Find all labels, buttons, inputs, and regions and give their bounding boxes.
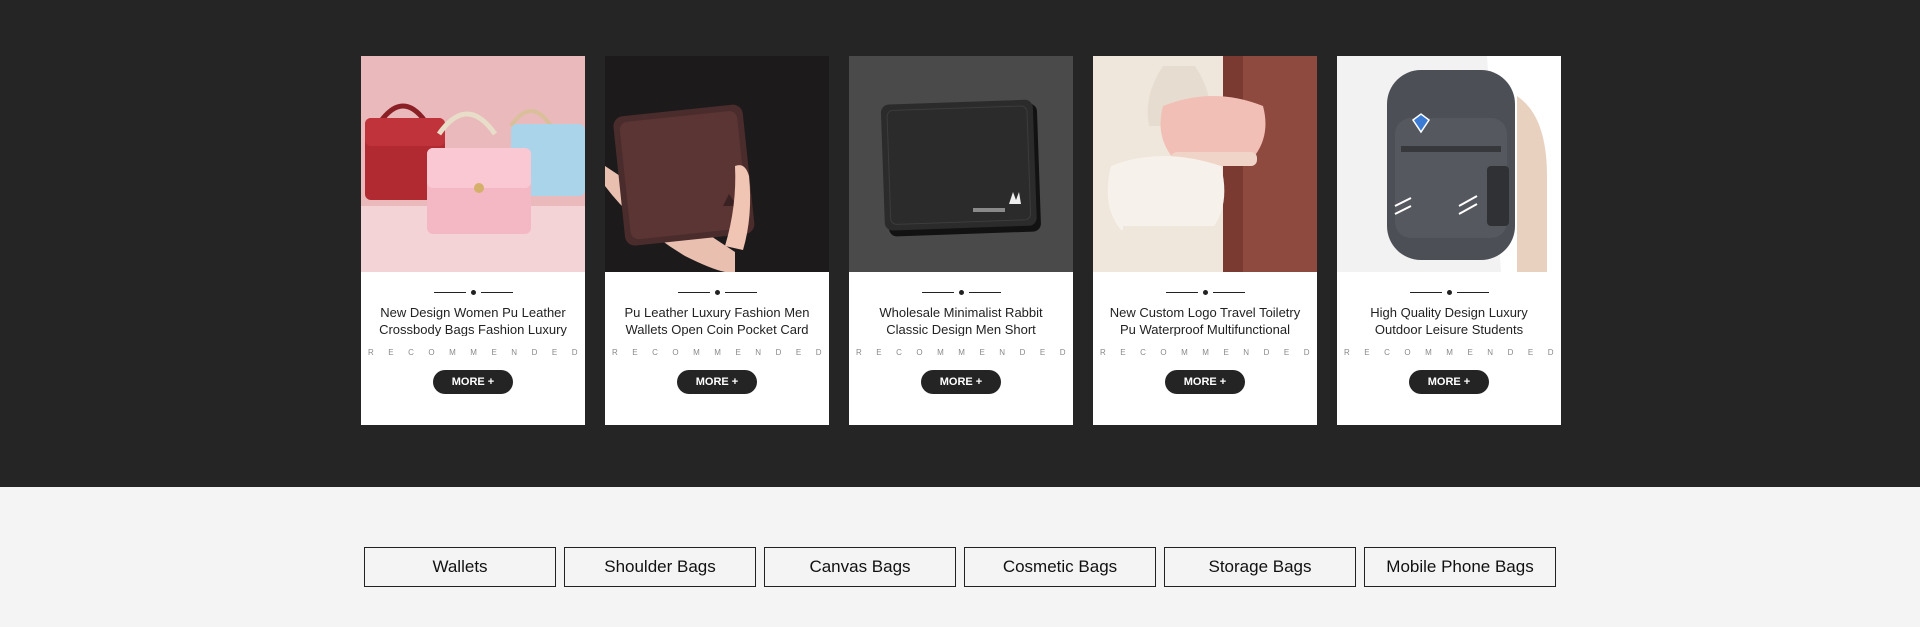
- more-button[interactable]: MORE +: [921, 370, 1001, 394]
- decorative-divider: [433, 290, 513, 295]
- product-title[interactable]: New Custom Logo Travel Toiletry Pu Water…: [1107, 304, 1303, 336]
- product-title[interactable]: High Quality Design Luxury Outdoor Leisu…: [1351, 304, 1547, 336]
- product-card[interactable]: Wholesale Minimalist Rabbit Classic Desi…: [849, 56, 1073, 425]
- more-button[interactable]: MORE +: [1165, 370, 1245, 394]
- product-card[interactable]: High Quality Design Luxury Outdoor Leisu…: [1337, 56, 1561, 425]
- recommended-label: RECOMMENDED: [856, 348, 1080, 357]
- category-button-mobile-phone-bags[interactable]: Mobile Phone Bags: [1364, 547, 1556, 587]
- product-image-handbags[interactable]: [361, 56, 585, 272]
- category-button-wallets[interactable]: Wallets: [364, 547, 556, 587]
- product-image-backpack[interactable]: [1337, 56, 1561, 272]
- product-card-list: New Design Women Pu Leather Crossbody Ba…: [361, 56, 1561, 425]
- product-card[interactable]: New Design Women Pu Leather Crossbody Ba…: [361, 56, 585, 425]
- category-button-shoulder-bags[interactable]: Shoulder Bags: [564, 547, 756, 587]
- product-title[interactable]: Wholesale Minimalist Rabbit Classic Desi…: [863, 304, 1059, 336]
- recommended-label: RECOMMENDED: [368, 348, 592, 357]
- product-card[interactable]: New Custom Logo Travel Toiletry Pu Water…: [1093, 56, 1317, 425]
- decorative-divider: [1165, 290, 1245, 295]
- decorative-divider: [921, 290, 1001, 295]
- decorative-divider: [677, 290, 757, 295]
- more-button[interactable]: MORE +: [677, 370, 757, 394]
- decorative-divider: [1409, 290, 1489, 295]
- product-image-brown-wallet[interactable]: [605, 56, 829, 272]
- recommended-label: RECOMMENDED: [612, 348, 836, 357]
- category-button-canvas-bags[interactable]: Canvas Bags: [764, 547, 956, 587]
- category-button-storage-bags[interactable]: Storage Bags: [1164, 547, 1356, 587]
- product-card[interactable]: Pu Leather Luxury Fashion Men Wallets Op…: [605, 56, 829, 425]
- category-button-cosmetic-bags[interactable]: Cosmetic Bags: [964, 547, 1156, 587]
- product-title[interactable]: Pu Leather Luxury Fashion Men Wallets Op…: [619, 304, 815, 336]
- more-button[interactable]: MORE +: [1409, 370, 1489, 394]
- more-button[interactable]: MORE +: [433, 370, 513, 394]
- category-nav: Wallets Shoulder Bags Canvas Bags Cosmet…: [364, 547, 1556, 587]
- product-image-cosmetic-pouch[interactable]: [1093, 56, 1317, 272]
- product-image-black-wallet[interactable]: [849, 56, 1073, 272]
- recommended-label: RECOMMENDED: [1344, 348, 1568, 357]
- recommended-label: RECOMMENDED: [1100, 348, 1324, 357]
- product-title[interactable]: New Design Women Pu Leather Crossbody Ba…: [375, 304, 571, 336]
